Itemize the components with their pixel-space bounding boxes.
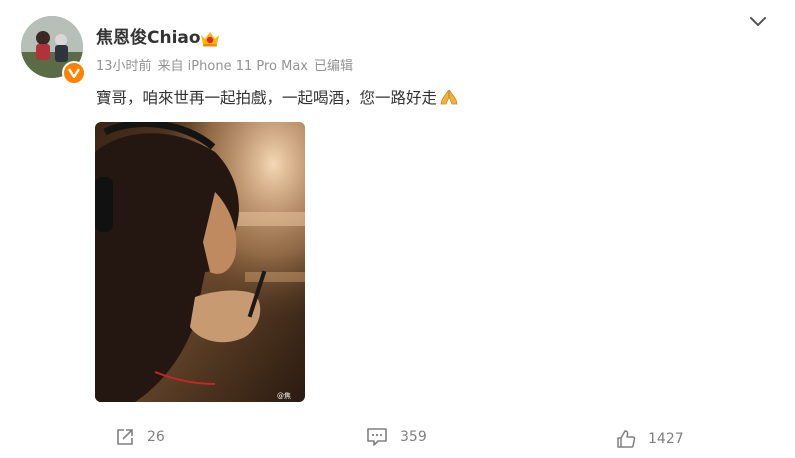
- post-meta: 13小时前 来自 iPhone 11 Pro Max 已编辑: [96, 58, 359, 76]
- post-source: 来自 iPhone 11 Pro Max: [157, 59, 308, 74]
- post-text: 寶哥，咱來世再一起拍戲，一起喝酒，您一路好走: [96, 87, 459, 109]
- thumbs-up-icon: [617, 430, 636, 448]
- post-time[interactable]: 13小时前: [96, 59, 152, 74]
- post-image[interactable]: @焦: [95, 122, 305, 402]
- comment-icon: [367, 428, 387, 446]
- praying-hands-icon: [440, 89, 458, 105]
- like-button[interactable]: 1427: [616, 426, 684, 452]
- edited-label[interactable]: 已编辑: [314, 59, 353, 74]
- post-photo: @焦: [95, 122, 305, 402]
- repost-button[interactable]: 26: [115, 424, 165, 450]
- username[interactable]: 焦恩俊Chiao: [96, 27, 201, 49]
- image-watermark: @焦: [277, 391, 291, 400]
- repost-count: 26: [147, 429, 165, 445]
- chevron-down-icon[interactable]: [748, 14, 768, 30]
- comment-button[interactable]: 359: [366, 424, 427, 450]
- verified-v-icon: [68, 68, 80, 78]
- post-text-content: 寶哥，咱來世再一起拍戲，一起喝酒，您一路好走: [96, 89, 438, 107]
- like-count: 1427: [648, 431, 684, 447]
- crown-icon[interactable]: [199, 29, 221, 49]
- repost-icon: [117, 429, 133, 445]
- verified-badge: [62, 61, 86, 85]
- comment-count: 359: [400, 429, 427, 445]
